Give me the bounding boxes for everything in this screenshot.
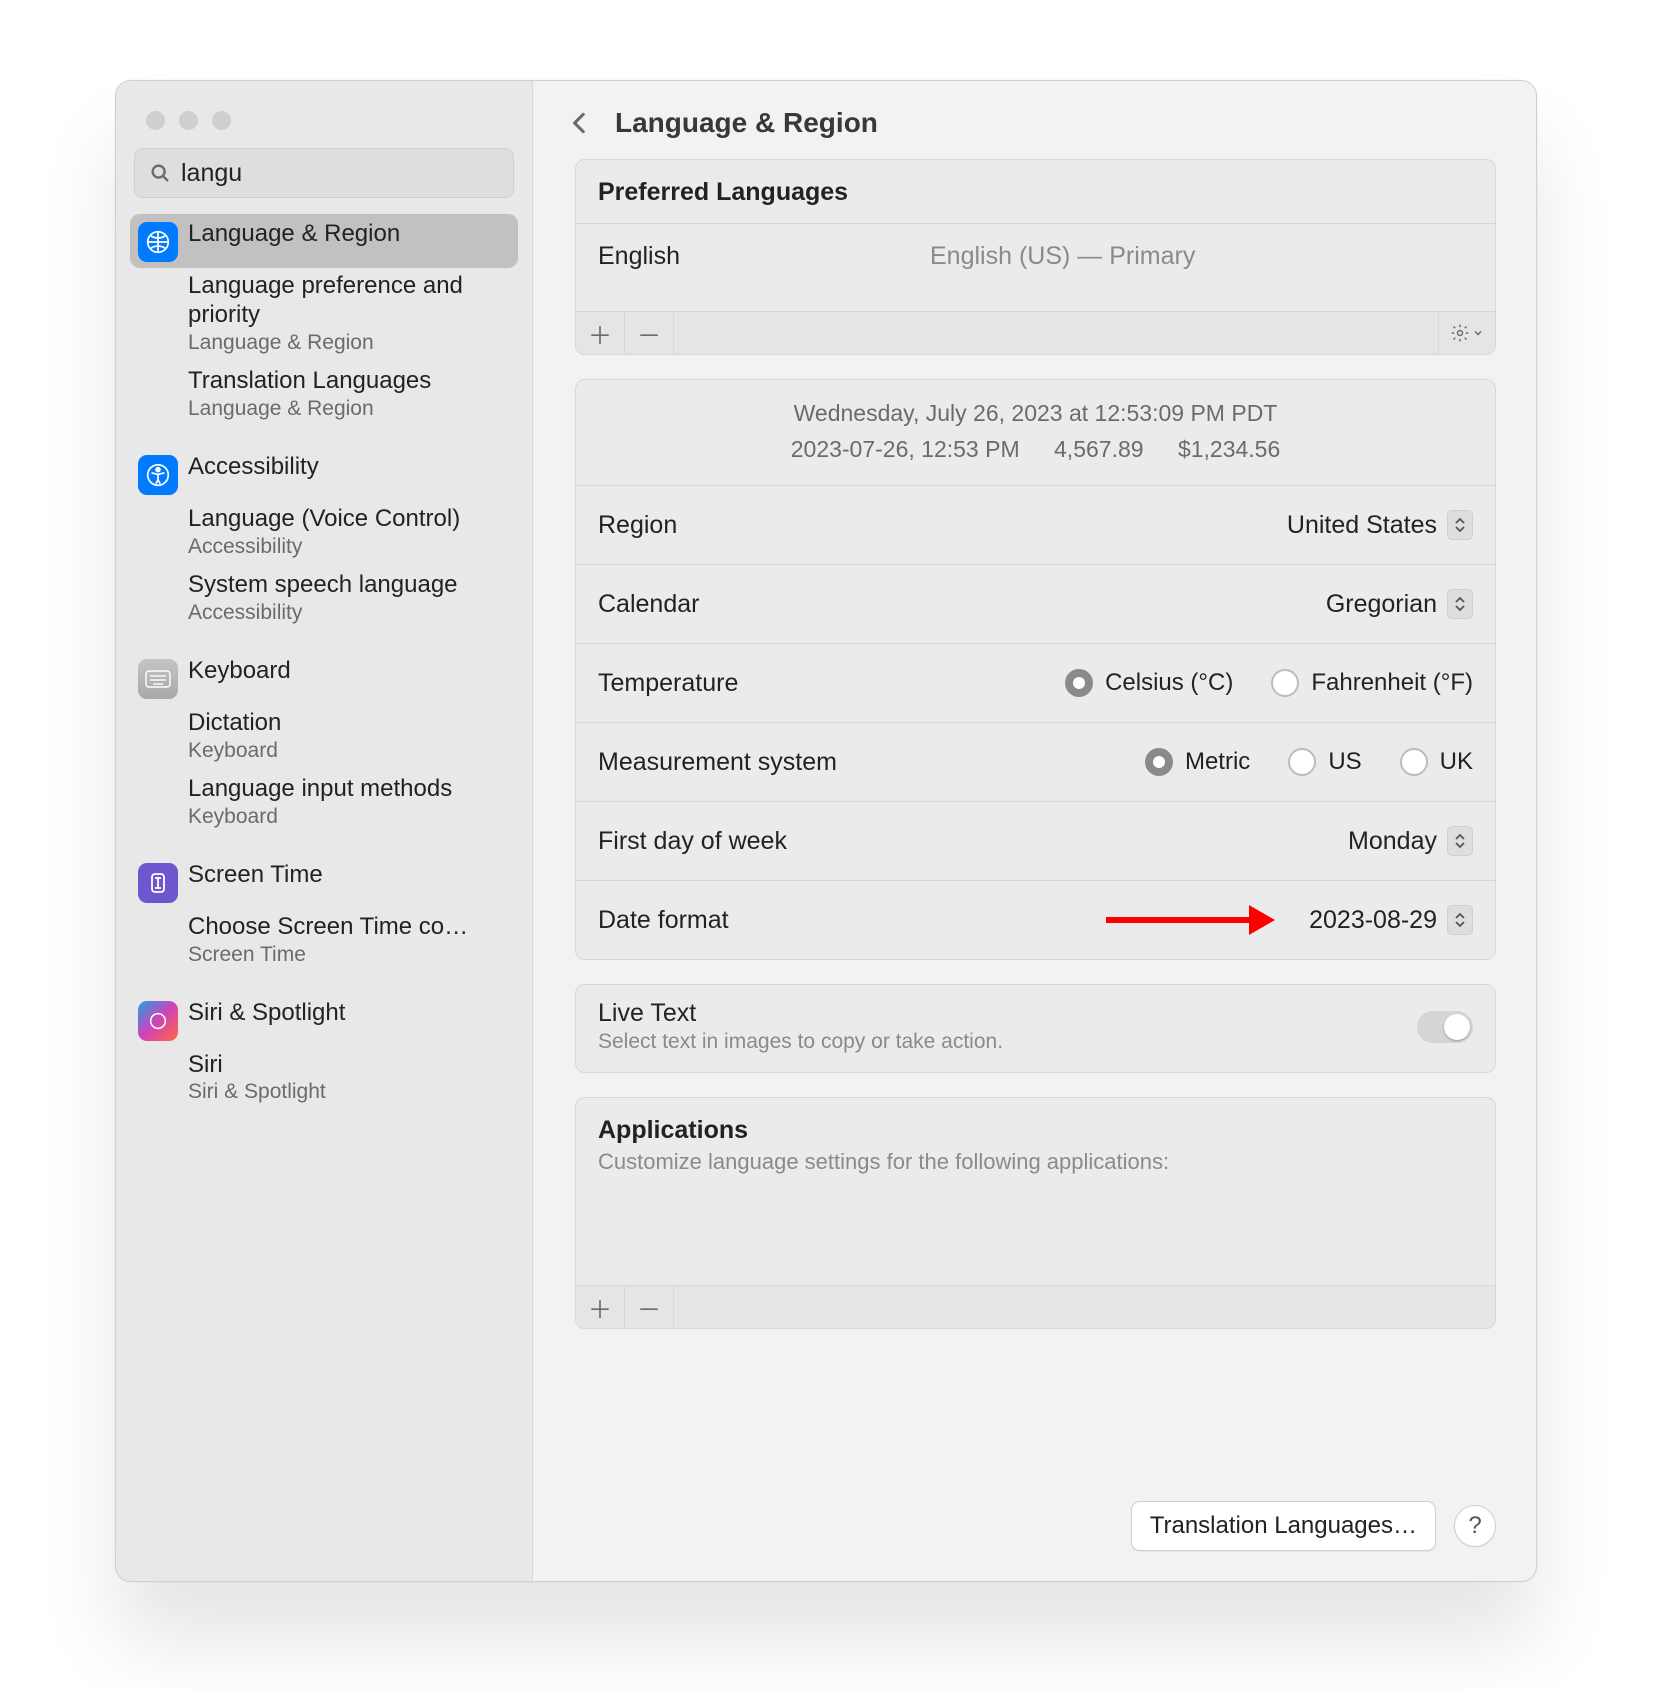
traffic-lights [116, 93, 532, 148]
first-day-selector[interactable]: Monday [1348, 826, 1473, 856]
add-language-button[interactable]: ＋ [576, 312, 625, 354]
date-format-selector[interactable]: 2023-08-29 [1309, 905, 1473, 935]
applications-heading: Applications [576, 1098, 1495, 1149]
updown-icon [1447, 826, 1473, 856]
sidebar-item-keyboard[interactable]: Keyboard [130, 651, 518, 705]
help-button[interactable]: ? [1454, 1505, 1496, 1547]
bottom-bar: Translation Languages… ? [533, 1497, 1536, 1581]
temperature-label: Temperature [598, 669, 738, 698]
sidebar-item-screen-time[interactable]: Screen Time [130, 855, 518, 909]
search-icon [149, 162, 171, 184]
search-results: Language & Region Language preference an… [116, 210, 532, 1117]
measurement-us-radio[interactable]: US [1288, 748, 1361, 776]
region-selector[interactable]: United States [1287, 510, 1473, 540]
first-day-setting: First day of week Monday [576, 802, 1495, 881]
sidebar-item-label: Accessibility [188, 453, 319, 482]
live-text-title: Live Text [598, 999, 1003, 1028]
remove-application-button[interactable]: － [625, 1286, 674, 1328]
language-options-menu-button[interactable] [1438, 312, 1495, 354]
settings-window: Language & Region Language preference an… [115, 80, 1537, 1582]
updown-icon [1447, 905, 1473, 935]
sidebar-item-accessibility[interactable]: Accessibility [130, 447, 518, 501]
applications-subtitle: Customize language settings for the foll… [576, 1149, 1495, 1285]
titlebar: Language & Region [533, 81, 1536, 159]
keyboard-icon [138, 659, 178, 699]
region-setting: Region United States [576, 486, 1495, 565]
temperature-setting: Temperature Celsius (°C) Fahrenheit (°F) [576, 644, 1495, 723]
annotation-arrow-icon [1106, 905, 1275, 935]
remove-language-button[interactable]: － [625, 312, 674, 354]
sidebar-item-dictation[interactable]: Dictation Keyboard [130, 705, 518, 771]
zoom-window-icon[interactable] [212, 111, 231, 130]
add-application-button[interactable]: ＋ [576, 1286, 625, 1328]
close-window-icon[interactable] [146, 111, 165, 130]
live-text-card: Live Text Select text in images to copy … [575, 984, 1496, 1073]
calendar-setting: Calendar Gregorian [576, 565, 1495, 644]
sidebar-item-choose-screen-time[interactable]: Choose Screen Time co… Screen Time [130, 909, 518, 975]
updown-icon [1447, 510, 1473, 540]
preferred-languages-heading: Preferred Languages [576, 160, 1495, 224]
sidebar-item-label: Language & Region [188, 220, 400, 249]
sidebar-item-siri[interactable]: Siri Siri & Spotlight [130, 1047, 518, 1113]
format-settings-card: Wednesday, July 26, 2023 at 12:53:09 PM … [575, 379, 1496, 960]
updown-icon [1447, 589, 1473, 619]
sidebar-item-language-preference[interactable]: Language preference and priority Languag… [130, 268, 518, 363]
sidebar-item-siri-spotlight[interactable]: Siri & Spotlight [130, 993, 518, 1047]
date-format-setting: Date format 2023-08-29 [576, 881, 1495, 959]
applications-card: Applications Customize language settings… [575, 1097, 1496, 1329]
measurement-label: Measurement system [598, 748, 837, 777]
sidebar: Language & Region Language preference an… [116, 81, 533, 1581]
accessibility-icon [138, 455, 178, 495]
calendar-selector[interactable]: Gregorian [1326, 589, 1473, 619]
format-example: Wednesday, July 26, 2023 at 12:53:09 PM … [576, 380, 1495, 486]
sidebar-item-system-speech-language[interactable]: System speech language Accessibility [130, 567, 518, 633]
preferred-language-row[interactable]: English English (US) — Primary [576, 224, 1495, 311]
sidebar-item-label: Screen Time [188, 861, 323, 890]
minimize-window-icon[interactable] [179, 111, 198, 130]
page-title: Language & Region [615, 107, 878, 139]
preferred-languages-card: Preferred Languages English English (US)… [575, 159, 1496, 355]
measurement-uk-radio[interactable]: UK [1400, 748, 1473, 776]
temperature-celsius-radio[interactable]: Celsius (°C) [1065, 669, 1233, 697]
region-label: Region [598, 511, 677, 540]
live-text-toggle[interactable] [1417, 1011, 1473, 1043]
globe-icon [138, 222, 178, 262]
live-text-subtitle: Select text in images to copy or take ac… [598, 1030, 1003, 1054]
chevron-down-icon [1472, 327, 1484, 339]
first-day-label: First day of week [598, 827, 787, 856]
search-field[interactable] [134, 148, 514, 198]
date-format-label: Date format [598, 906, 729, 935]
measurement-setting: Measurement system Metric US UK [576, 723, 1495, 802]
siri-icon [138, 1001, 178, 1041]
sidebar-item-input-methods[interactable]: Language input methods Keyboard [130, 771, 518, 837]
preferred-language-detail: English (US) — Primary [930, 242, 1195, 271]
main-panel: Language & Region Preferred Languages En… [533, 81, 1536, 1581]
screentime-icon [138, 863, 178, 903]
sidebar-item-voice-control-language[interactable]: Language (Voice Control) Accessibility [130, 501, 518, 567]
sidebar-item-translation-languages[interactable]: Translation Languages Language & Region [130, 363, 518, 429]
sidebar-item-language-region[interactable]: Language & Region [130, 214, 518, 268]
measurement-metric-radio[interactable]: Metric [1145, 748, 1250, 776]
calendar-label: Calendar [598, 590, 699, 619]
sidebar-item-label: Keyboard [188, 657, 291, 686]
preferred-language-name: English [598, 242, 680, 271]
sidebar-item-label: Siri & Spotlight [188, 999, 345, 1028]
search-input[interactable] [171, 158, 505, 189]
translation-languages-button[interactable]: Translation Languages… [1131, 1501, 1436, 1551]
back-button-icon[interactable] [567, 110, 593, 136]
temperature-fahrenheit-radio[interactable]: Fahrenheit (°F) [1271, 669, 1473, 697]
gear-icon [1450, 323, 1470, 343]
